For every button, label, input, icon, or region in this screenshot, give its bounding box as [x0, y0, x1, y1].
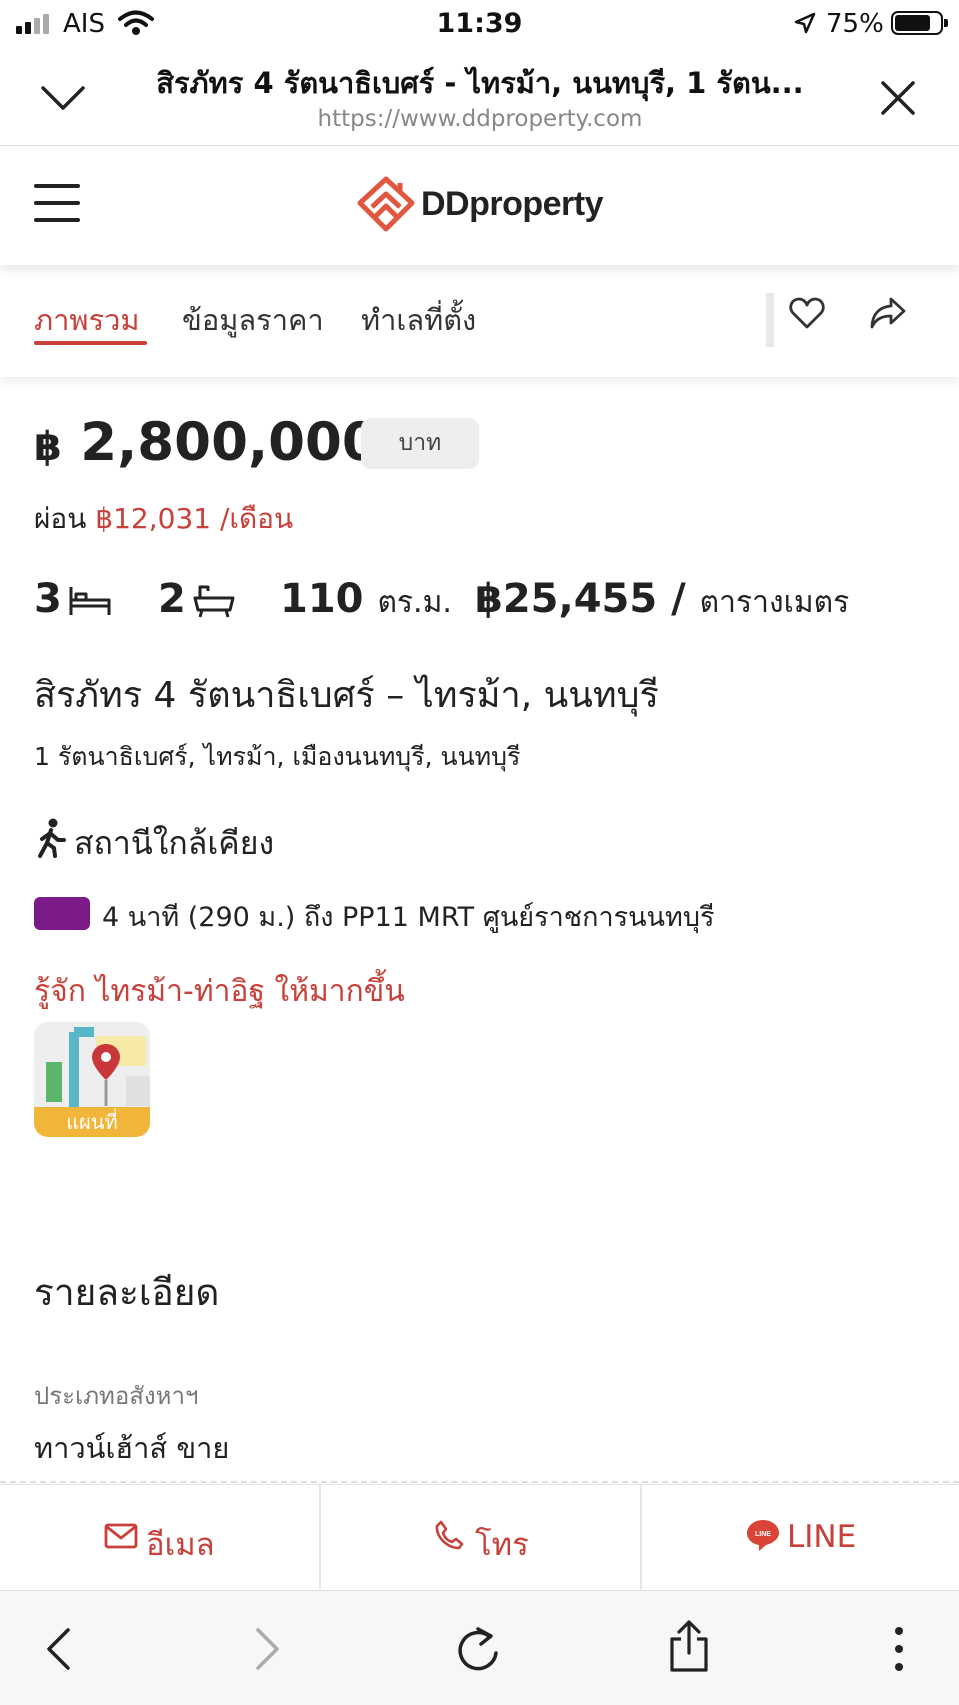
close-icon[interactable]	[880, 80, 916, 116]
map-label: แผนที่	[34, 1107, 150, 1137]
browser-toolbar	[0, 1590, 959, 1705]
status-bar: AIS 11:39 75%	[0, 0, 959, 48]
ddproperty-logo-icon[interactable]	[356, 175, 416, 235]
browser-url-bar: สิรภัทร 4 รัตนาธิเบศร์ - ไทรม้า, นนทบุรี…	[0, 48, 959, 146]
nearby-stations-heading: สถานีใกล้เคียง	[74, 824, 275, 862]
page-title: สิรภัทร 4 รัตนาธิเบศร์ - ไทรม้า, นนทบุรี…	[156, 66, 804, 100]
battery-icon	[891, 11, 948, 35]
battery-percent: 75%	[826, 9, 884, 39]
property-address: 1 รัตนาธิเบศร์, ไทรม้า, เมืองนนทบุรี, นน…	[34, 742, 521, 771]
tab-price-info[interactable]: ข้อมูลราคา	[182, 297, 324, 343]
bedroom-count: 3	[34, 576, 62, 622]
phone-icon	[435, 1520, 464, 1550]
email-button-label: อีเมล	[146, 1527, 215, 1563]
details-heading: รายละเอียด	[34, 1271, 220, 1314]
contact-bar: อีเมล โทร LINE LINE	[0, 1484, 959, 1591]
active-tab-indicator	[34, 341, 147, 345]
price-per-area: ฿25,455 / ตารางเมตร	[475, 576, 849, 626]
back-arrow-icon[interactable]	[44, 1627, 72, 1671]
mrt-line-badge	[34, 897, 90, 930]
call-button-label: โทร	[475, 1527, 529, 1563]
heart-icon[interactable]	[789, 296, 825, 330]
share-icon[interactable]	[668, 1619, 710, 1673]
hamburger-menu-icon[interactable]	[34, 184, 80, 224]
site-header: DDproperty	[0, 147, 959, 265]
map-thumbnail[interactable]: แผนที่	[34, 1022, 150, 1137]
share-arrow-icon[interactable]	[869, 296, 907, 330]
line-badge-text: LINE	[755, 1531, 771, 1538]
brand-name[interactable]: DDproperty	[421, 185, 604, 224]
area-guide-link[interactable]: รู้จัก ไทรม้า-ท่าอิฐ ให้มากขึ้น	[34, 968, 405, 1015]
property-title: สิรภัทร 4 รัตนาธิเบศร์ – ไทรม้า, นนทบุรี	[34, 675, 659, 716]
line-button-label: LINE	[787, 1519, 857, 1555]
property-type-label: ประเภทอสังหาฯ	[34, 1382, 199, 1410]
currency-symbol: ฿	[34, 424, 62, 470]
bathtub-icon	[193, 585, 235, 618]
location-arrow-icon	[794, 12, 816, 34]
installment-amount[interactable]: ฿12,031 /เดือน	[95, 502, 293, 535]
property-type-value: ทาวน์เฮ้าส์ ขาย	[34, 1431, 230, 1465]
page-url[interactable]: https://www.ddproperty.com	[110, 106, 850, 132]
call-button[interactable]: โทร	[321, 1485, 641, 1591]
section-tabs: ภาพรวม ข้อมูลราคา ทำเลที่ตั้ง	[0, 265, 959, 377]
tab-location[interactable]: ทำเลที่ตั้ง	[361, 297, 476, 343]
bed-icon	[69, 587, 111, 615]
installment-line: ผ่อน ฿12,031 /เดือน	[34, 497, 293, 541]
line-app-icon: LINE	[747, 1520, 779, 1551]
forward-arrow-icon[interactable]	[254, 1627, 282, 1671]
tabs-fade-divider	[766, 293, 774, 347]
listing-price: ฿ 2,800,000	[34, 412, 379, 473]
floor-area: 110 ตร.ม.	[280, 576, 452, 626]
price-per-area-value: ฿25,455 /	[475, 576, 686, 622]
floor-area-value: 110	[280, 576, 364, 622]
line-button[interactable]: LINE LINE	[642, 1485, 959, 1591]
tab-overview[interactable]: ภาพรวม	[34, 297, 140, 343]
walking-person-icon	[38, 818, 66, 858]
installment-prefix: ผ่อน	[34, 502, 87, 535]
price-per-area-unit: ตารางเมตร	[699, 585, 850, 620]
details-divider	[0, 1481, 959, 1483]
envelope-icon	[104, 1523, 138, 1549]
email-button[interactable]: อีเมล	[0, 1485, 320, 1591]
price-value: 2,800,000	[80, 412, 379, 473]
bathroom-count: 2	[158, 576, 186, 622]
chevron-down-icon[interactable]	[40, 84, 86, 112]
floor-area-unit: ตร.ม.	[377, 585, 452, 620]
reload-icon[interactable]	[456, 1625, 502, 1673]
nearby-station-info: 4 นาที (290 ม.) ถึง PP11 MRT ศูนย์ราชการ…	[102, 902, 715, 933]
price-unit-chip[interactable]: บาท	[361, 418, 479, 469]
more-options-icon[interactable]	[893, 1625, 905, 1673]
